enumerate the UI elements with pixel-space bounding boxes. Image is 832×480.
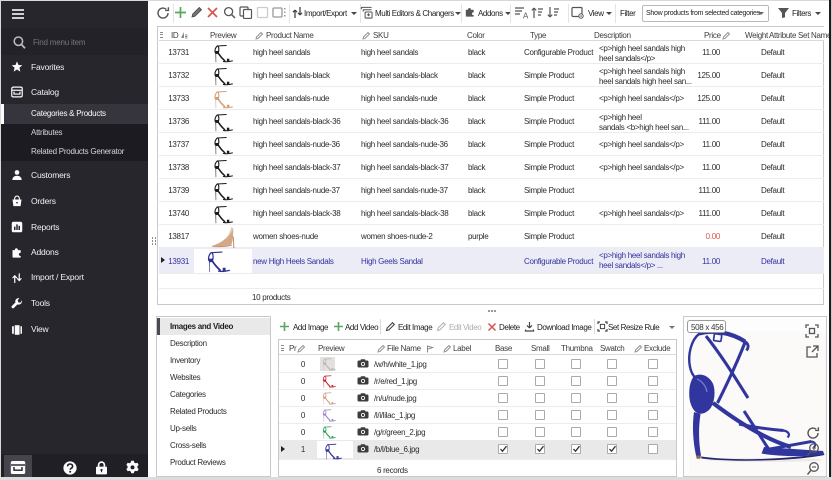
svg-text:A: A	[523, 12, 528, 20]
